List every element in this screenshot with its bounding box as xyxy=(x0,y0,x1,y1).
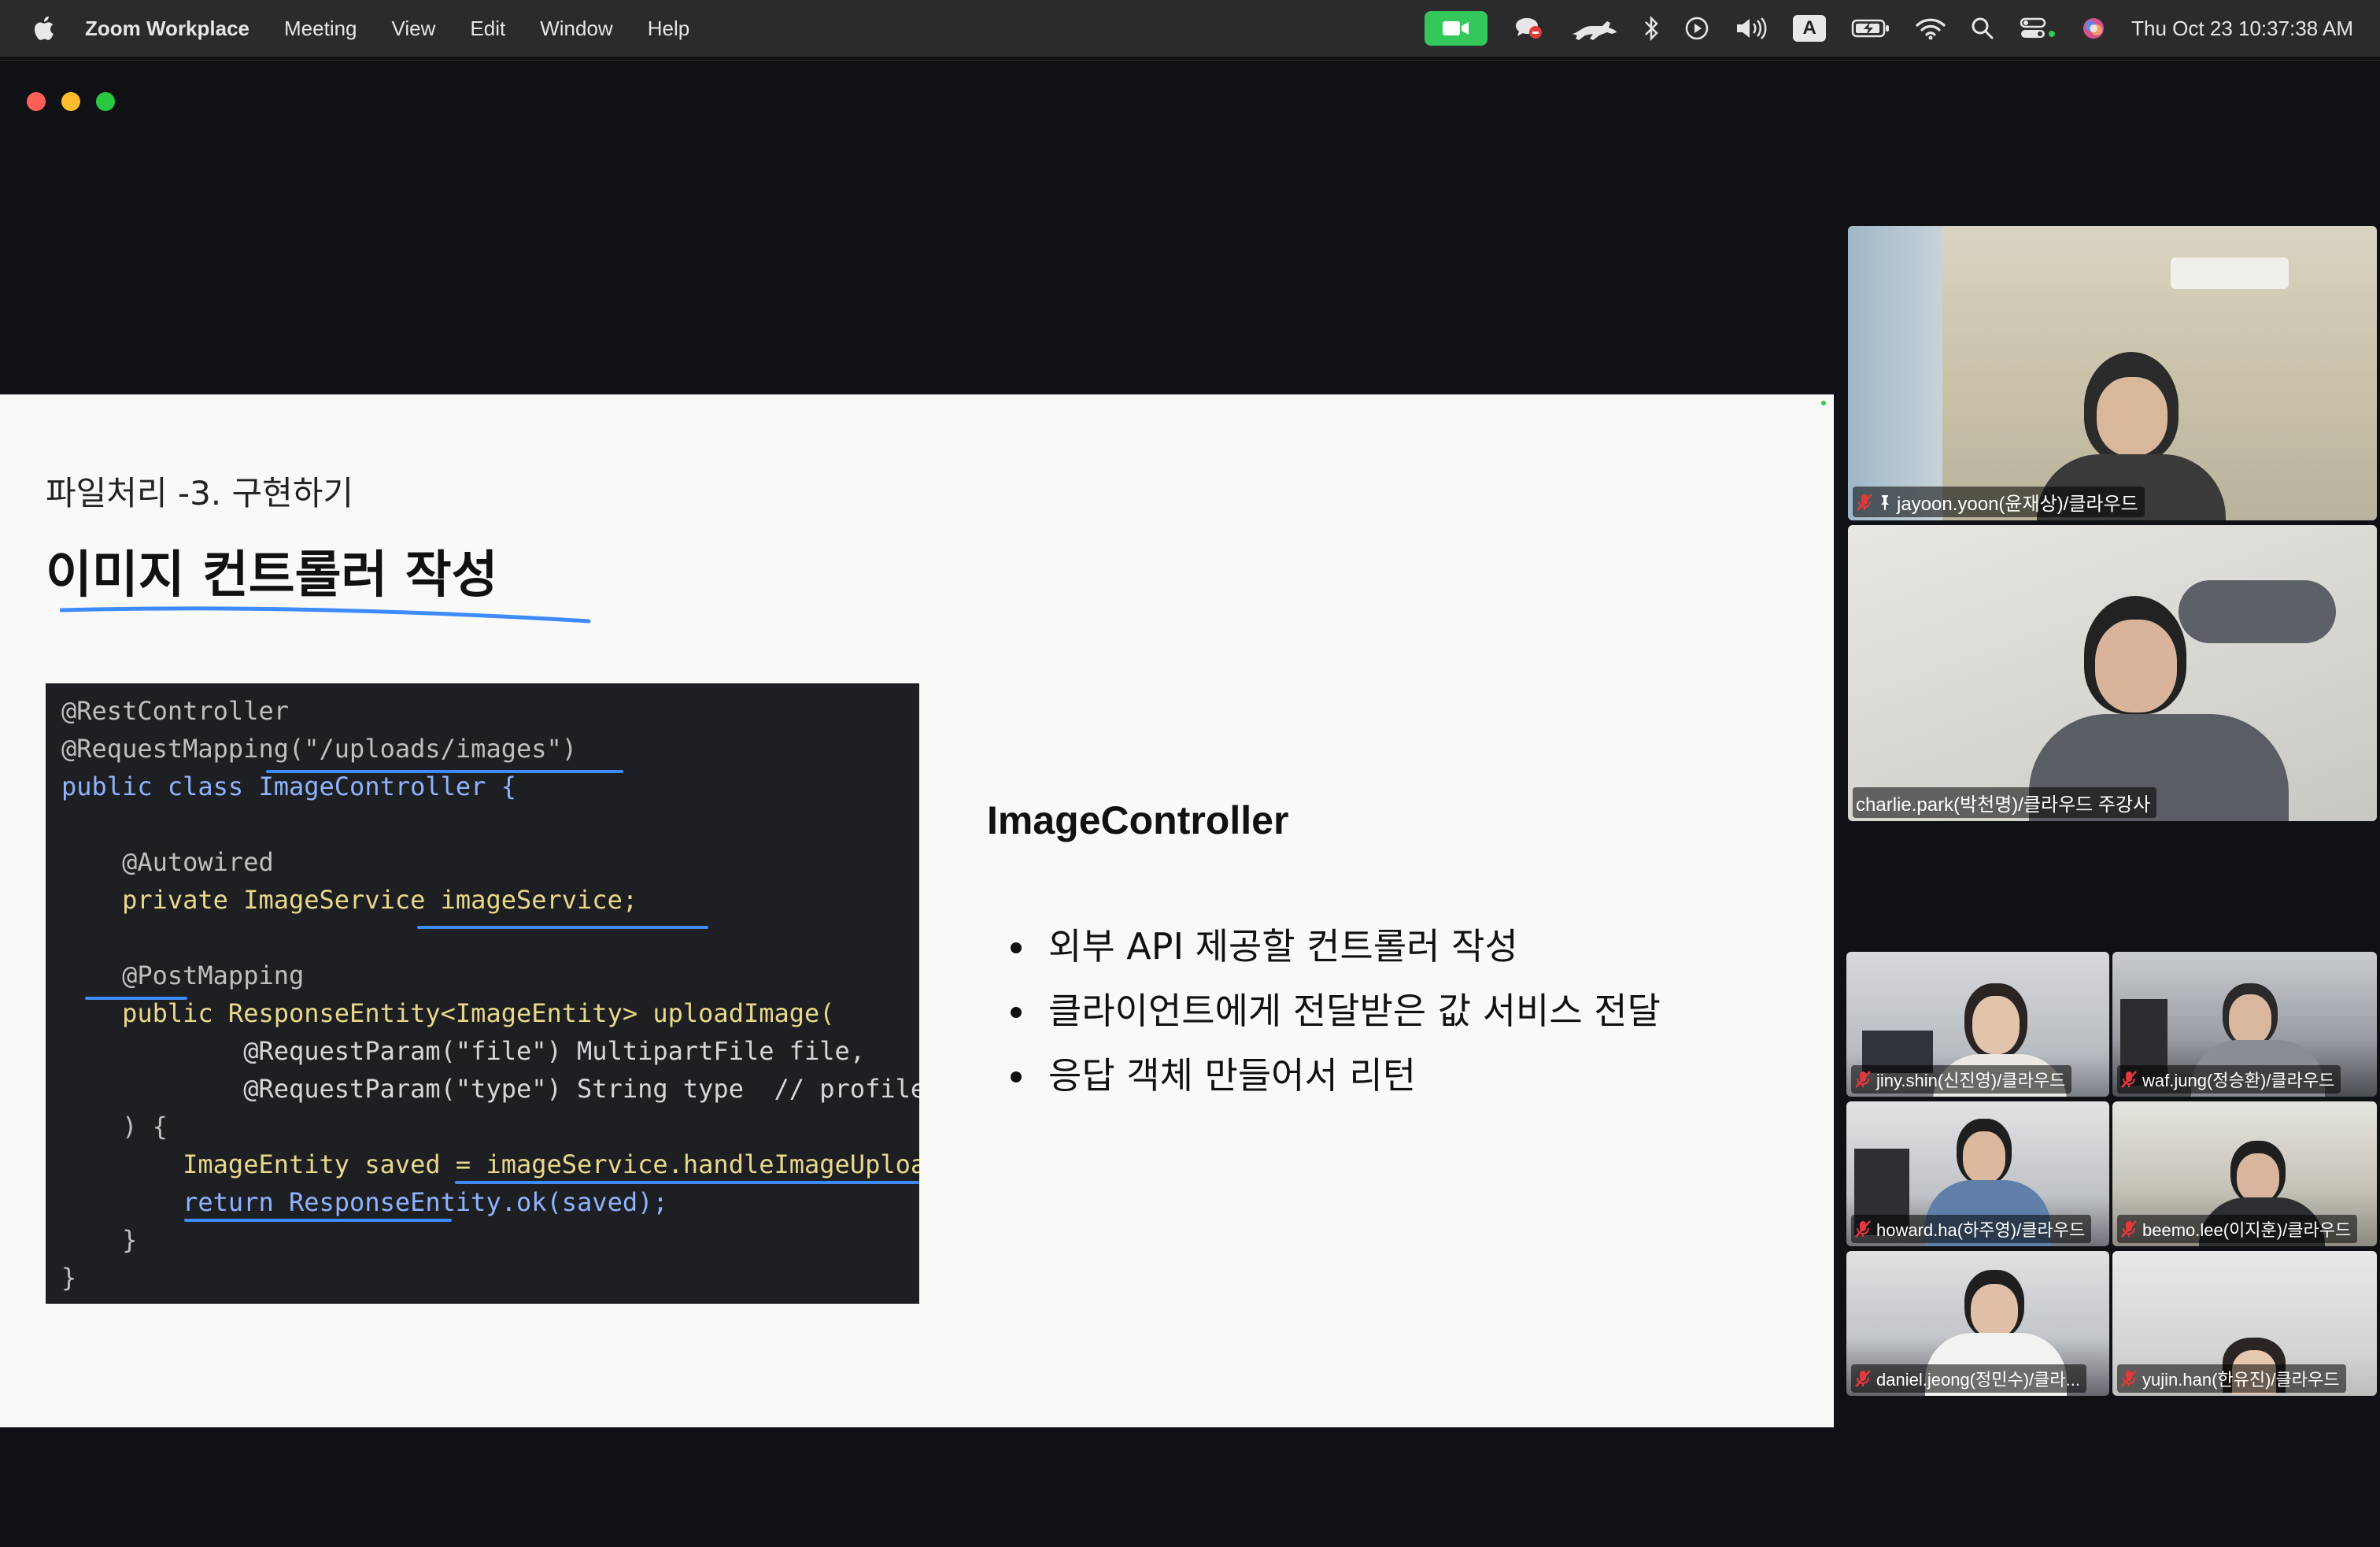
bullet-item: 클라이언트에게 전달받은 값 서비스 전달 xyxy=(1004,979,1661,1043)
participant-name-tag: charlie.park(박천명)/클라우드 주강사 xyxy=(1853,787,2157,818)
pin-icon xyxy=(1878,494,1892,511)
participant-name-tag: waf.jung(정승환)/클라우드 xyxy=(2117,1065,2341,1094)
chat-bubble-icon[interactable] xyxy=(1513,15,1544,42)
code-underline xyxy=(85,997,187,1000)
slide-breadcrumb: 파일처리 -3. 구현하기 xyxy=(46,474,354,513)
participant-name-tag: jayoon.yoon(윤재상)/클라우드 xyxy=(1853,487,2145,517)
title-underline-stroke xyxy=(60,606,591,624)
participant-name: beemo.lee(이지훈)/클라우드 xyxy=(2142,1220,2352,1240)
slide-heading: ImageController xyxy=(987,798,1289,842)
participant-name-tag: beemo.lee(이지훈)/클라우드 xyxy=(2117,1215,2358,1243)
slide-title: 이미지 컨트롤러 작성 xyxy=(46,546,498,605)
participant-name-tag: yujin.han(한유진)/클라우드 xyxy=(2117,1364,2346,1393)
video-tile-jiny[interactable]: jiny.shin(신진영)/클라우드 xyxy=(1846,952,2109,1097)
menu-view[interactable]: View xyxy=(392,17,436,41)
code-line: public ResponseEntity<ImageEntity> uploa… xyxy=(61,998,835,1028)
participant-face xyxy=(2237,1153,2279,1202)
participant-arm xyxy=(2179,580,2336,643)
code-line: @PostMapping xyxy=(61,960,305,990)
minimize-window-button[interactable] xyxy=(61,92,80,111)
menu-bar: Zoom Workplace Meeting View Edit Window … xyxy=(0,0,2380,57)
code-line: @RequestMapping("/uploads/images") xyxy=(61,734,578,764)
code-underline xyxy=(266,770,623,773)
code-underline xyxy=(455,1181,919,1184)
bluetooth-icon[interactable] xyxy=(1643,15,1659,42)
code-underline xyxy=(184,1219,452,1222)
menu-edit[interactable]: Edit xyxy=(470,17,505,41)
volume-icon[interactable] xyxy=(1735,17,1768,40)
window-frame xyxy=(1848,226,1942,520)
participant-face xyxy=(2229,994,2271,1045)
video-tile-charlie[interactable]: charlie.park(박천명)/클라우드 주강사 xyxy=(1848,525,2377,821)
code-line: @Autowired xyxy=(61,847,274,877)
mic-muted-icon xyxy=(1854,1219,1872,1238)
participant-name: howard.ha(하주영)/클라우드 xyxy=(1876,1220,2086,1240)
code-line: } xyxy=(61,1225,138,1255)
code-line: ) { xyxy=(61,1112,168,1142)
status-area: A Thu Oct 23 10:37:38 AM xyxy=(1425,0,2380,57)
participant-name-tag: daniel.jeong(정민수)/클라... xyxy=(1851,1364,2086,1393)
menu-meeting[interactable]: Meeting xyxy=(284,17,357,41)
menu-help[interactable]: Help xyxy=(648,17,689,41)
share-indicator-dot xyxy=(1821,401,1826,405)
zoom-video-icon[interactable] xyxy=(1425,11,1488,46)
code-line: return ResponseEntity.ok(saved); xyxy=(61,1187,668,1217)
mic-muted-icon xyxy=(2120,1070,2138,1089)
apple-icon[interactable] xyxy=(30,13,57,43)
participant-name: jayoon.yoon(윤재상)/클라우드 xyxy=(1897,494,2138,515)
bullet-item: 외부 API 제공할 컨트롤러 작성 xyxy=(1004,914,1661,979)
menu-window[interactable]: Window xyxy=(540,17,612,41)
participant-name: charlie.park(박천명)/클라우드 주강사 xyxy=(1856,794,2151,816)
mic-muted-icon xyxy=(2120,1219,2138,1238)
video-tile-jayoon[interactable]: jayoon.yoon(윤재상)/클라우드 xyxy=(1848,226,2377,520)
participant-name: yujin.han(한유진)/클라우드 xyxy=(2142,1370,2340,1390)
bullet-item: 응답 객체 만들어서 리턴 xyxy=(1004,1043,1661,1108)
code-line: private ImageService imageService; xyxy=(61,885,638,915)
code-snippet: @RestController @RequestMapping("/upload… xyxy=(46,683,919,1304)
cat-icon[interactable] xyxy=(1569,15,1618,42)
zoom-meeting-window: 파일처리 -3. 구현하기 이미지 컨트롤러 작성 @RestControlle… xyxy=(0,60,2380,1547)
battery-icon[interactable] xyxy=(1851,18,1890,39)
zoom-window-button[interactable] xyxy=(96,92,115,111)
control-center-icon[interactable] xyxy=(2020,17,2056,40)
search-icon[interactable] xyxy=(1971,17,1994,40)
mic-muted-icon xyxy=(1854,1070,1872,1089)
video-tile-beemo[interactable]: beemo.lee(이지훈)/클라우드 xyxy=(2112,1101,2377,1246)
wifi-icon[interactable] xyxy=(1916,17,1946,40)
close-window-button[interactable] xyxy=(27,92,46,111)
participant-face xyxy=(1972,996,2020,1054)
code-line: public class ImageController { xyxy=(61,772,516,801)
menubar-clock[interactable]: Thu Oct 23 10:37:38 AM xyxy=(2131,17,2353,41)
input-source-icon[interactable]: A xyxy=(1793,15,1827,42)
code-line: } xyxy=(61,1263,77,1293)
participant-face xyxy=(2097,377,2168,456)
video-tile-waf[interactable]: waf.jung(정승환)/클라우드 xyxy=(2112,952,2377,1097)
participant-face xyxy=(2095,620,2177,712)
participant-name: daniel.jeong(정민수)/클라... xyxy=(1876,1370,2080,1390)
video-tile-howard[interactable]: howard.ha(하주영)/클라우드 xyxy=(1846,1101,2109,1246)
participant-name: waf.jung(정승환)/클라우드 xyxy=(2142,1071,2335,1090)
app-name-menu[interactable]: Zoom Workplace xyxy=(85,17,249,41)
code-line: ImageEntity saved = imageService.handleI… xyxy=(61,1149,919,1179)
participant-name: jiny.shin(신진영)/클라우드 xyxy=(1876,1071,2066,1090)
slide-bullet-list: 외부 API 제공할 컨트롤러 작성 클라이언트에게 전달받은 값 서비스 전달… xyxy=(1004,914,1661,1108)
play-icon[interactable] xyxy=(1684,16,1709,41)
code-line: @RequestParam("file") MultipartFile file… xyxy=(61,1036,866,1066)
participant-face xyxy=(1971,1284,2018,1338)
siri-icon[interactable] xyxy=(2081,16,2106,41)
code-line: @RequestParam("type") String type // pro… xyxy=(61,1074,919,1104)
shared-screen-slide: 파일처리 -3. 구현하기 이미지 컨트롤러 작성 @RestControlle… xyxy=(0,394,1834,1427)
mic-muted-icon xyxy=(2120,1369,2138,1388)
mic-muted-icon xyxy=(1854,1369,1872,1388)
video-tile-daniel[interactable]: daniel.jeong(정민수)/클라... xyxy=(1846,1251,2109,1396)
code-underline xyxy=(417,926,708,929)
air-conditioner xyxy=(2171,257,2289,289)
mic-muted-icon xyxy=(1856,493,1873,512)
video-tile-yujin[interactable]: yujin.han(한유진)/클라우드 xyxy=(2112,1251,2377,1396)
participant-face xyxy=(1963,1131,2005,1183)
participant-name-tag: howard.ha(하주영)/클라우드 xyxy=(1851,1215,2092,1243)
participant-name-tag: jiny.shin(신진영)/클라우드 xyxy=(1851,1065,2072,1094)
code-line: @RestController xyxy=(61,696,289,726)
